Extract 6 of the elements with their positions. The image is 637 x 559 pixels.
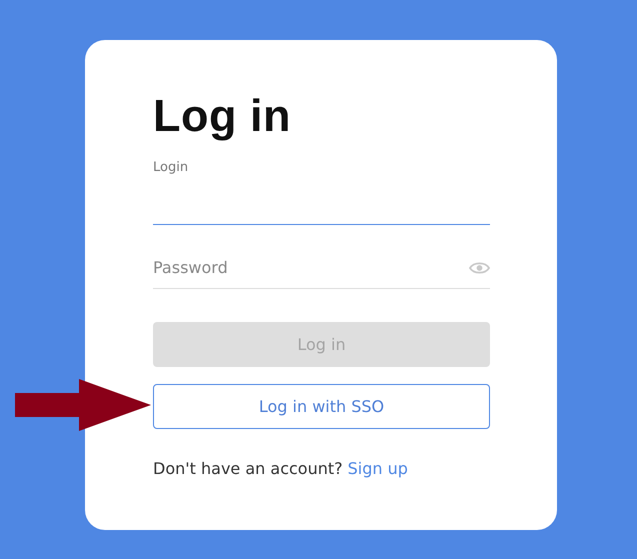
password-field[interactable]: Password (153, 253, 490, 289)
signup-link[interactable]: Sign up (348, 459, 408, 478)
field-label: Login (153, 160, 190, 175)
signup-prompt: Don't have an account? (153, 459, 343, 478)
sso-button[interactable]: Log in with SSO (153, 384, 490, 429)
page-title: Log in (153, 90, 292, 142)
